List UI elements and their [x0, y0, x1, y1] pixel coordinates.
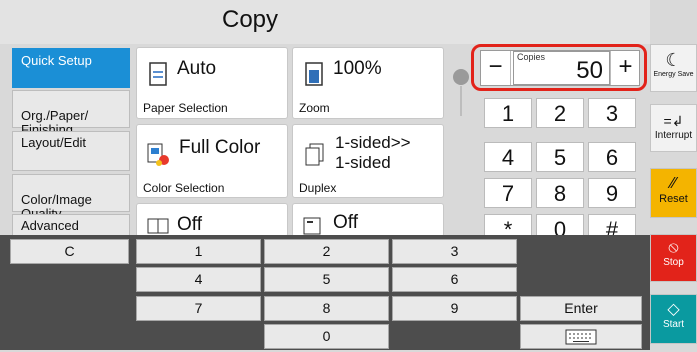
bottom-key-8[interactable]: 8 — [264, 296, 389, 321]
copies-minus-button[interactable]: − — [481, 51, 511, 85]
bottom-key-2[interactable]: 2 — [264, 239, 389, 264]
copies-field: − Copies 50 + — [480, 50, 640, 86]
duplex-tile[interactable]: 1-sided>> 1-sided Duplex — [292, 124, 444, 198]
stop-icon: ⦸ — [668, 239, 679, 256]
numpad-key-7[interactable]: 7 — [484, 178, 532, 208]
clear-key[interactable]: C — [10, 239, 129, 264]
color-selection-value: Full Color — [179, 137, 261, 158]
duplex-icon — [305, 143, 324, 166]
zoom-tile[interactable]: 100% Zoom — [292, 47, 444, 119]
bottom-key-4[interactable]: 4 — [136, 267, 261, 292]
energy-save-label: Energy Save — [653, 71, 694, 78]
paper-selection-label: Paper Selection — [143, 101, 228, 115]
tab-label: Quick Setup — [21, 53, 92, 68]
bottom-key-3[interactable]: 3 — [392, 239, 517, 264]
keyboard-icon — [565, 329, 597, 345]
copies-label: Copies — [517, 52, 546, 62]
staple-icon — [303, 217, 321, 235]
numpad-key-2[interactable]: 2 — [536, 98, 584, 128]
page-title: Copy — [221, 6, 279, 33]
zoom-icon — [305, 62, 323, 86]
enter-key[interactable]: Enter — [520, 296, 642, 321]
tab-advanced[interactable]: Advanced — [12, 214, 130, 236]
bottom-key-6[interactable]: 6 — [392, 267, 517, 292]
keyboard-button[interactable] — [520, 324, 642, 349]
color-icon — [147, 143, 169, 166]
stop-label: Stop — [663, 257, 684, 268]
numpad-key-4[interactable]: 4 — [484, 142, 532, 172]
tab-org-paper-finishing[interactable]: Org./Paper/ Finishing — [12, 90, 130, 137]
interrupt-label: Interrupt — [654, 130, 693, 141]
numpad-key-5[interactable]: 5 — [536, 142, 584, 172]
reset-button[interactable]: ⁄⁄ Reset — [650, 168, 697, 218]
reset-icon: ⁄⁄ — [670, 175, 677, 192]
copies-input[interactable]: Copies 50 — [513, 51, 610, 85]
staple-tile[interactable]: Off — [292, 203, 444, 237]
scroll-handle[interactable] — [453, 69, 469, 85]
zoom-value: 100% — [333, 58, 382, 79]
scroll-track — [460, 86, 462, 116]
bottom-key-5[interactable]: 5 — [264, 267, 389, 292]
duplex-value: 1-sided>> 1-sided — [335, 133, 411, 172]
color-selection-tile[interactable]: Full Color Color Selection — [136, 124, 288, 198]
start-icon: ◇ — [667, 301, 680, 318]
bottom-key-9[interactable]: 9 — [392, 296, 517, 321]
tab-layout-edit[interactable]: Layout/Edit — [12, 131, 130, 171]
combine-icon — [147, 218, 169, 234]
duplex-label: Duplex — [299, 181, 337, 195]
numpad-key-hash[interactable]: # — [588, 214, 636, 236]
combine-value: Off — [177, 214, 202, 235]
tab-color-image-quality[interactable]: Color/Image Quality — [12, 174, 130, 221]
paper-icon — [149, 62, 167, 86]
bottom-key-1[interactable]: 1 — [136, 239, 261, 264]
numpad-key-3[interactable]: 3 — [588, 98, 636, 128]
bottom-key-7[interactable]: 7 — [136, 296, 261, 321]
reset-label: Reset — [659, 193, 688, 205]
numpad-key-9[interactable]: 9 — [588, 178, 636, 208]
copies-value: 50 — [576, 57, 603, 84]
moon-icon: ☾ — [665, 50, 682, 70]
stop-button[interactable]: ⦸ Stop — [650, 234, 697, 282]
numpad-key-star[interactable]: * — [484, 214, 532, 236]
copies-plus-button[interactable]: + — [610, 51, 640, 85]
tab-label: Layout/Edit — [21, 135, 87, 150]
bottom-key-0[interactable]: 0 — [264, 324, 389, 349]
paper-selection-value: Auto — [177, 58, 217, 79]
combine-tile[interactable]: Off — [136, 203, 288, 237]
interrupt-button[interactable]: =↲ Interrupt — [650, 104, 697, 152]
numpad-key-1[interactable]: 1 — [484, 98, 532, 128]
numpad-key-8[interactable]: 8 — [536, 178, 584, 208]
interrupt-icon: =↲ — [663, 113, 684, 129]
color-selection-label: Color Selection — [143, 181, 225, 195]
tab-quick-setup[interactable]: Quick Setup — [12, 48, 130, 88]
start-button[interactable]: ◇ Start — [650, 294, 697, 344]
zoom-label: Zoom — [299, 101, 330, 115]
staple-value: Off — [333, 212, 358, 233]
tab-label: Advanced — [21, 218, 79, 233]
energy-save-button[interactable]: ☾ Energy Save — [650, 44, 697, 92]
start-label: Start — [662, 319, 685, 330]
numpad-key-0[interactable]: 0 — [536, 214, 584, 236]
paper-selection-tile[interactable]: Auto Paper Selection — [136, 47, 288, 119]
numpad-key-6[interactable]: 6 — [588, 142, 636, 172]
